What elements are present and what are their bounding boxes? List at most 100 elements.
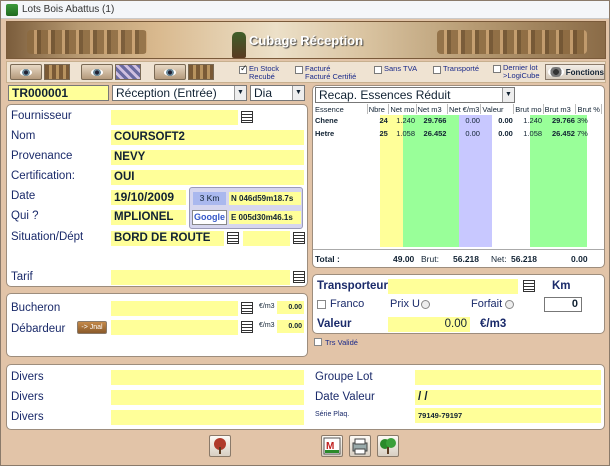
- eye-icon[interactable]: [10, 64, 42, 80]
- chevron-down-icon[interactable]: ▼: [292, 86, 304, 100]
- eye-icon[interactable]: [81, 64, 113, 80]
- checkbox-box[interactable]: [433, 66, 441, 74]
- prixu-radio[interactable]: [421, 300, 430, 309]
- bucheron-price[interactable]: 0.00: [277, 301, 304, 314]
- eye-icon[interactable]: [154, 64, 186, 80]
- table-row[interactable]: Chene 24 1.240 29.766 0.00 0.00 1.240 29…: [314, 114, 602, 127]
- col-essence[interactable]: Essence: [314, 104, 368, 114]
- col-brut-mo[interactable]: Brut mo: [513, 104, 544, 114]
- cell-brut-m3: 26.452: [551, 129, 575, 138]
- situation-field[interactable]: BORD DE ROUTE: [111, 231, 224, 246]
- total-nbre: 49.00: [393, 254, 415, 264]
- total-label: Total :: [315, 254, 340, 264]
- debardeur-field[interactable]: [111, 320, 238, 335]
- pattern-thumb-icon[interactable]: [115, 64, 141, 80]
- sans-tva-checkbox[interactable]: Sans TVA: [374, 65, 417, 74]
- chevron-down-icon[interactable]: ▼: [234, 86, 246, 100]
- divers3-field[interactable]: [111, 410, 304, 425]
- facture-checkbox[interactable]: Facturé Facturé Certifié: [295, 65, 356, 81]
- journal-button[interactable]: -> Jnal: [77, 321, 107, 334]
- divers1-field[interactable]: [111, 370, 304, 385]
- coord-north: N 046d59m18.7s: [229, 192, 301, 205]
- cell-net-m3: 26.452: [423, 129, 447, 138]
- serie-plaq-label: Série Plaq.: [315, 411, 350, 418]
- col-net-mo[interactable]: Net mo: [388, 104, 417, 114]
- qui-field[interactable]: MPLIONEL: [111, 210, 186, 225]
- fonctions-button[interactable]: Fonctions: [545, 64, 605, 80]
- lot-number-field[interactable]: TR000001: [8, 85, 109, 101]
- list-icon[interactable]: [227, 232, 239, 244]
- checkbox-box[interactable]: [374, 66, 382, 74]
- qui-label: Qui ?: [11, 210, 39, 222]
- trs-valide-checkbox[interactable]: [314, 338, 322, 346]
- logs-thumb-icon[interactable]: [44, 64, 70, 80]
- transporte-checkbox[interactable]: Transporté: [433, 65, 479, 74]
- cell-valeur: 0.00: [498, 116, 513, 125]
- valeur-unit: €/m3: [480, 318, 507, 330]
- list-icon[interactable]: [241, 302, 253, 314]
- serie-plaq-field[interactable]: 79149-79197: [415, 408, 601, 423]
- fournisseur-field[interactable]: [111, 110, 238, 125]
- col-net-eur[interactable]: Net €/m3: [447, 104, 482, 114]
- unit-select[interactable]: Dia ▼: [250, 85, 305, 101]
- cell-essence: Chene: [315, 116, 338, 125]
- google-maps-button[interactable]: Google: [192, 210, 227, 225]
- list-icon[interactable]: [241, 321, 253, 333]
- en-stock-checkbox[interactable]: En StockRecubé: [239, 64, 279, 81]
- provenance-field[interactable]: NEVY: [111, 150, 304, 165]
- list-icon[interactable]: [293, 271, 305, 283]
- debardeur-price[interactable]: 0.00: [277, 320, 304, 333]
- trees-icon: [380, 438, 396, 454]
- col-nbre[interactable]: Nbre: [367, 104, 390, 114]
- franco-label: Franco: [330, 298, 365, 310]
- cell-brut-pct: 3%: [576, 116, 588, 125]
- col-brut-pct[interactable]: Brut %: [575, 104, 602, 114]
- list-icon[interactable]: [241, 111, 253, 123]
- net-label: Net:: [491, 254, 507, 264]
- date-field[interactable]: 19/10/2009: [111, 190, 186, 205]
- km-field[interactable]: 0: [544, 297, 582, 312]
- transporteur-field[interactable]: [388, 279, 518, 294]
- tree-button[interactable]: [209, 435, 231, 457]
- recap-table: Essence Nbre Net mo Net m3 Net €/m3 Vale…: [314, 104, 602, 140]
- valeur-label: Valeur: [317, 318, 352, 330]
- situation-dept-field[interactable]: [243, 231, 290, 246]
- col-net-m3[interactable]: Net m3: [416, 104, 448, 114]
- table-header: Essence Nbre Net mo Net m3 Net €/m3 Vale…: [314, 104, 602, 114]
- truck-thumb-icon[interactable]: [188, 64, 214, 80]
- chevron-down-icon[interactable]: ▼: [502, 88, 514, 102]
- list-icon[interactable]: [523, 280, 535, 292]
- net-total: 56.218: [511, 254, 537, 264]
- tarif-field[interactable]: [111, 270, 290, 285]
- franco-checkbox[interactable]: [317, 300, 326, 309]
- divers2-field[interactable]: [111, 390, 304, 405]
- col-valeur[interactable]: Valeur: [480, 104, 515, 114]
- header-banner: Cubage Réception: [6, 21, 606, 59]
- date-valeur-field[interactable]: / /: [415, 390, 601, 405]
- recap-mode-select[interactable]: Recap. Essences Réduit ▼: [315, 87, 515, 103]
- cell-valeur: 0.00: [498, 129, 513, 138]
- forest-button[interactable]: [377, 435, 399, 457]
- dernier-lot-checkbox[interactable]: Dernier lot >LogiCube: [493, 64, 540, 80]
- list-icon[interactable]: [293, 232, 305, 244]
- checkbox-box[interactable]: [493, 65, 501, 73]
- fournisseur-label: Fournisseur: [11, 110, 72, 122]
- checkbox-box[interactable]: [295, 66, 303, 74]
- col-brut-m3[interactable]: Brut m3: [543, 104, 577, 114]
- reception-type-select[interactable]: Réception (Entrée) ▼: [112, 85, 247, 101]
- debardeur-label: Débardeur: [11, 323, 66, 335]
- forfait-radio[interactable]: [505, 300, 514, 309]
- cell-net-eur: 0.00: [465, 129, 480, 138]
- certification-field[interactable]: OUI: [111, 170, 304, 185]
- table-row[interactable]: Hetre 25 1.058 26.452 0.00 0.00 1.058 26…: [314, 127, 602, 140]
- checkbox-box[interactable]: [239, 64, 248, 74]
- brut-label: Brut:: [421, 254, 439, 264]
- print-button[interactable]: [349, 435, 371, 457]
- eye-icon: [548, 67, 564, 77]
- report-button[interactable]: M: [321, 435, 343, 457]
- groupe-lot-field[interactable]: [415, 370, 601, 385]
- bucheron-field[interactable]: [111, 301, 238, 316]
- cell-net-m3: 29.766: [423, 116, 447, 125]
- valeur-field[interactable]: 0.00: [388, 317, 470, 332]
- nom-field[interactable]: COURSOFT2: [111, 130, 304, 145]
